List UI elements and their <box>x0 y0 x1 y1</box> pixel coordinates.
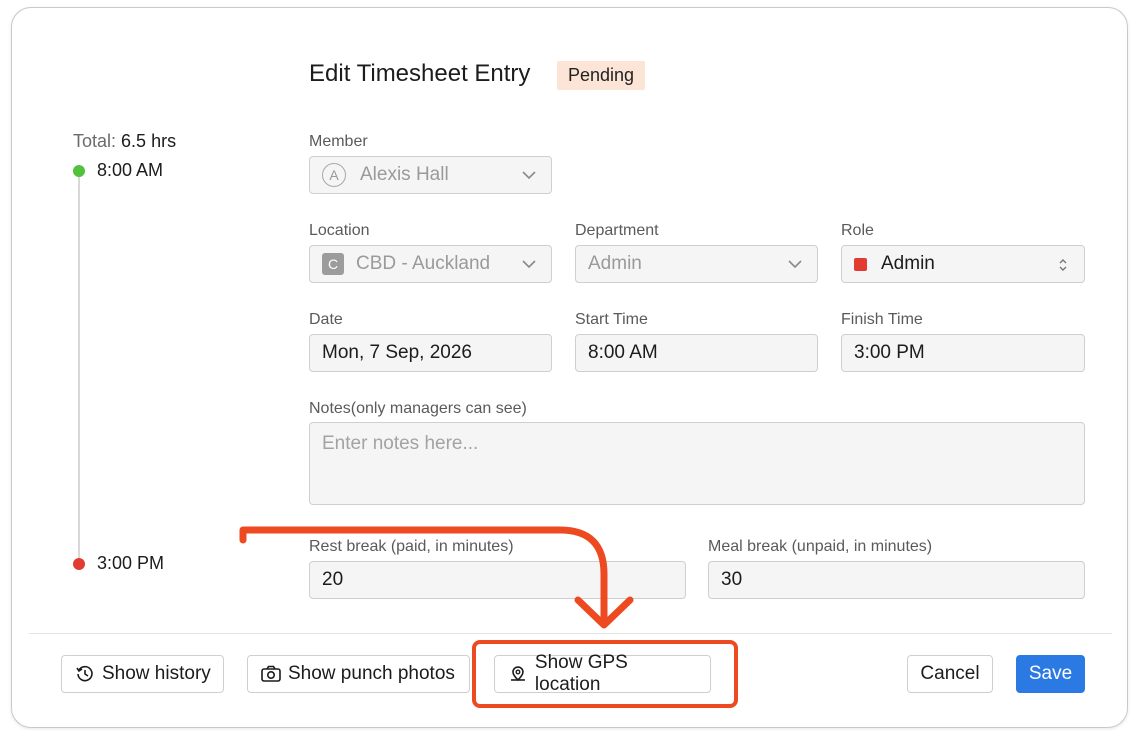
total-label: Total: <box>73 131 117 151</box>
finish-time-input[interactable]: 3:00 PM <box>841 334 1085 372</box>
status-badge: Pending <box>557 61 646 90</box>
timeline-end-time: 3:00 PM <box>97 553 165 573</box>
member-label: Member <box>309 133 368 150</box>
rest-break-value: 20 <box>322 569 344 590</box>
avatar: A <box>322 163 346 187</box>
chevron-down-icon <box>788 260 802 269</box>
department-label: Department <box>575 222 659 239</box>
save-button[interactable]: Save <box>1016 655 1085 693</box>
show-history-button[interactable]: Show history <box>61 655 224 693</box>
rest-break-label: Rest break (paid, in minutes) <box>309 538 514 555</box>
end-dot-icon <box>73 558 85 570</box>
meal-break-value: 30 <box>721 569 743 590</box>
notes-label: Notes(only managers can see) <box>309 400 527 417</box>
meal-break-label: Meal break (unpaid, in minutes) <box>708 538 933 555</box>
show-history-label: Show history <box>102 663 211 684</box>
dialog-title: Edit Timesheet Entry <box>309 60 531 87</box>
department-value: Admin <box>588 253 642 274</box>
notes-textarea[interactable]: Enter notes here... <box>309 422 1085 505</box>
updown-chevron-icon <box>1059 259 1067 271</box>
chevron-down-icon <box>522 260 536 269</box>
member-value: Alexis Hall <box>360 164 449 185</box>
start-time-label: Start Time <box>575 311 648 328</box>
annotation-highlight-box <box>472 640 738 708</box>
finish-time-label: Finish Time <box>841 311 923 328</box>
role-label: Role <box>841 222 874 239</box>
start-time-input[interactable]: 8:00 AM <box>575 334 818 372</box>
role-value: Admin <box>881 253 935 274</box>
location-badge-icon: C <box>322 253 344 275</box>
member-select[interactable]: A Alexis Hall <box>309 156 552 194</box>
finish-time-value: 3:00 PM <box>854 342 925 363</box>
location-value: CBD - Auckland <box>356 253 491 274</box>
role-select[interactable]: Admin <box>841 245 1085 283</box>
meal-break-input[interactable]: 30 <box>708 561 1085 599</box>
start-dot-icon <box>73 165 85 177</box>
total-value: 6.5 hrs <box>121 131 177 151</box>
total-hours: Total: 6.5 hrs <box>73 131 176 152</box>
show-punch-photos-button[interactable]: Show punch photos <box>247 655 470 693</box>
chevron-down-icon <box>522 171 536 180</box>
timeline-line <box>78 170 80 564</box>
camera-icon <box>261 665 281 682</box>
start-time-value: 8:00 AM <box>588 342 658 363</box>
date-input[interactable]: Mon, 7 Sep, 2026 <box>309 334 552 372</box>
role-color-icon <box>854 257 867 271</box>
history-icon <box>76 665 93 682</box>
department-select[interactable]: Admin <box>575 245 818 283</box>
date-label: Date <box>309 311 343 328</box>
location-select[interactable]: C CBD - Auckland <box>309 245 552 283</box>
timeline-start-time: 8:00 AM <box>97 160 164 180</box>
cancel-button[interactable]: Cancel <box>907 655 993 693</box>
date-value: Mon, 7 Sep, 2026 <box>322 342 472 363</box>
show-punch-photos-label: Show punch photos <box>288 663 455 684</box>
footer-divider <box>29 633 1112 634</box>
location-label: Location <box>309 222 370 239</box>
rest-break-input[interactable]: 20 <box>309 561 686 599</box>
